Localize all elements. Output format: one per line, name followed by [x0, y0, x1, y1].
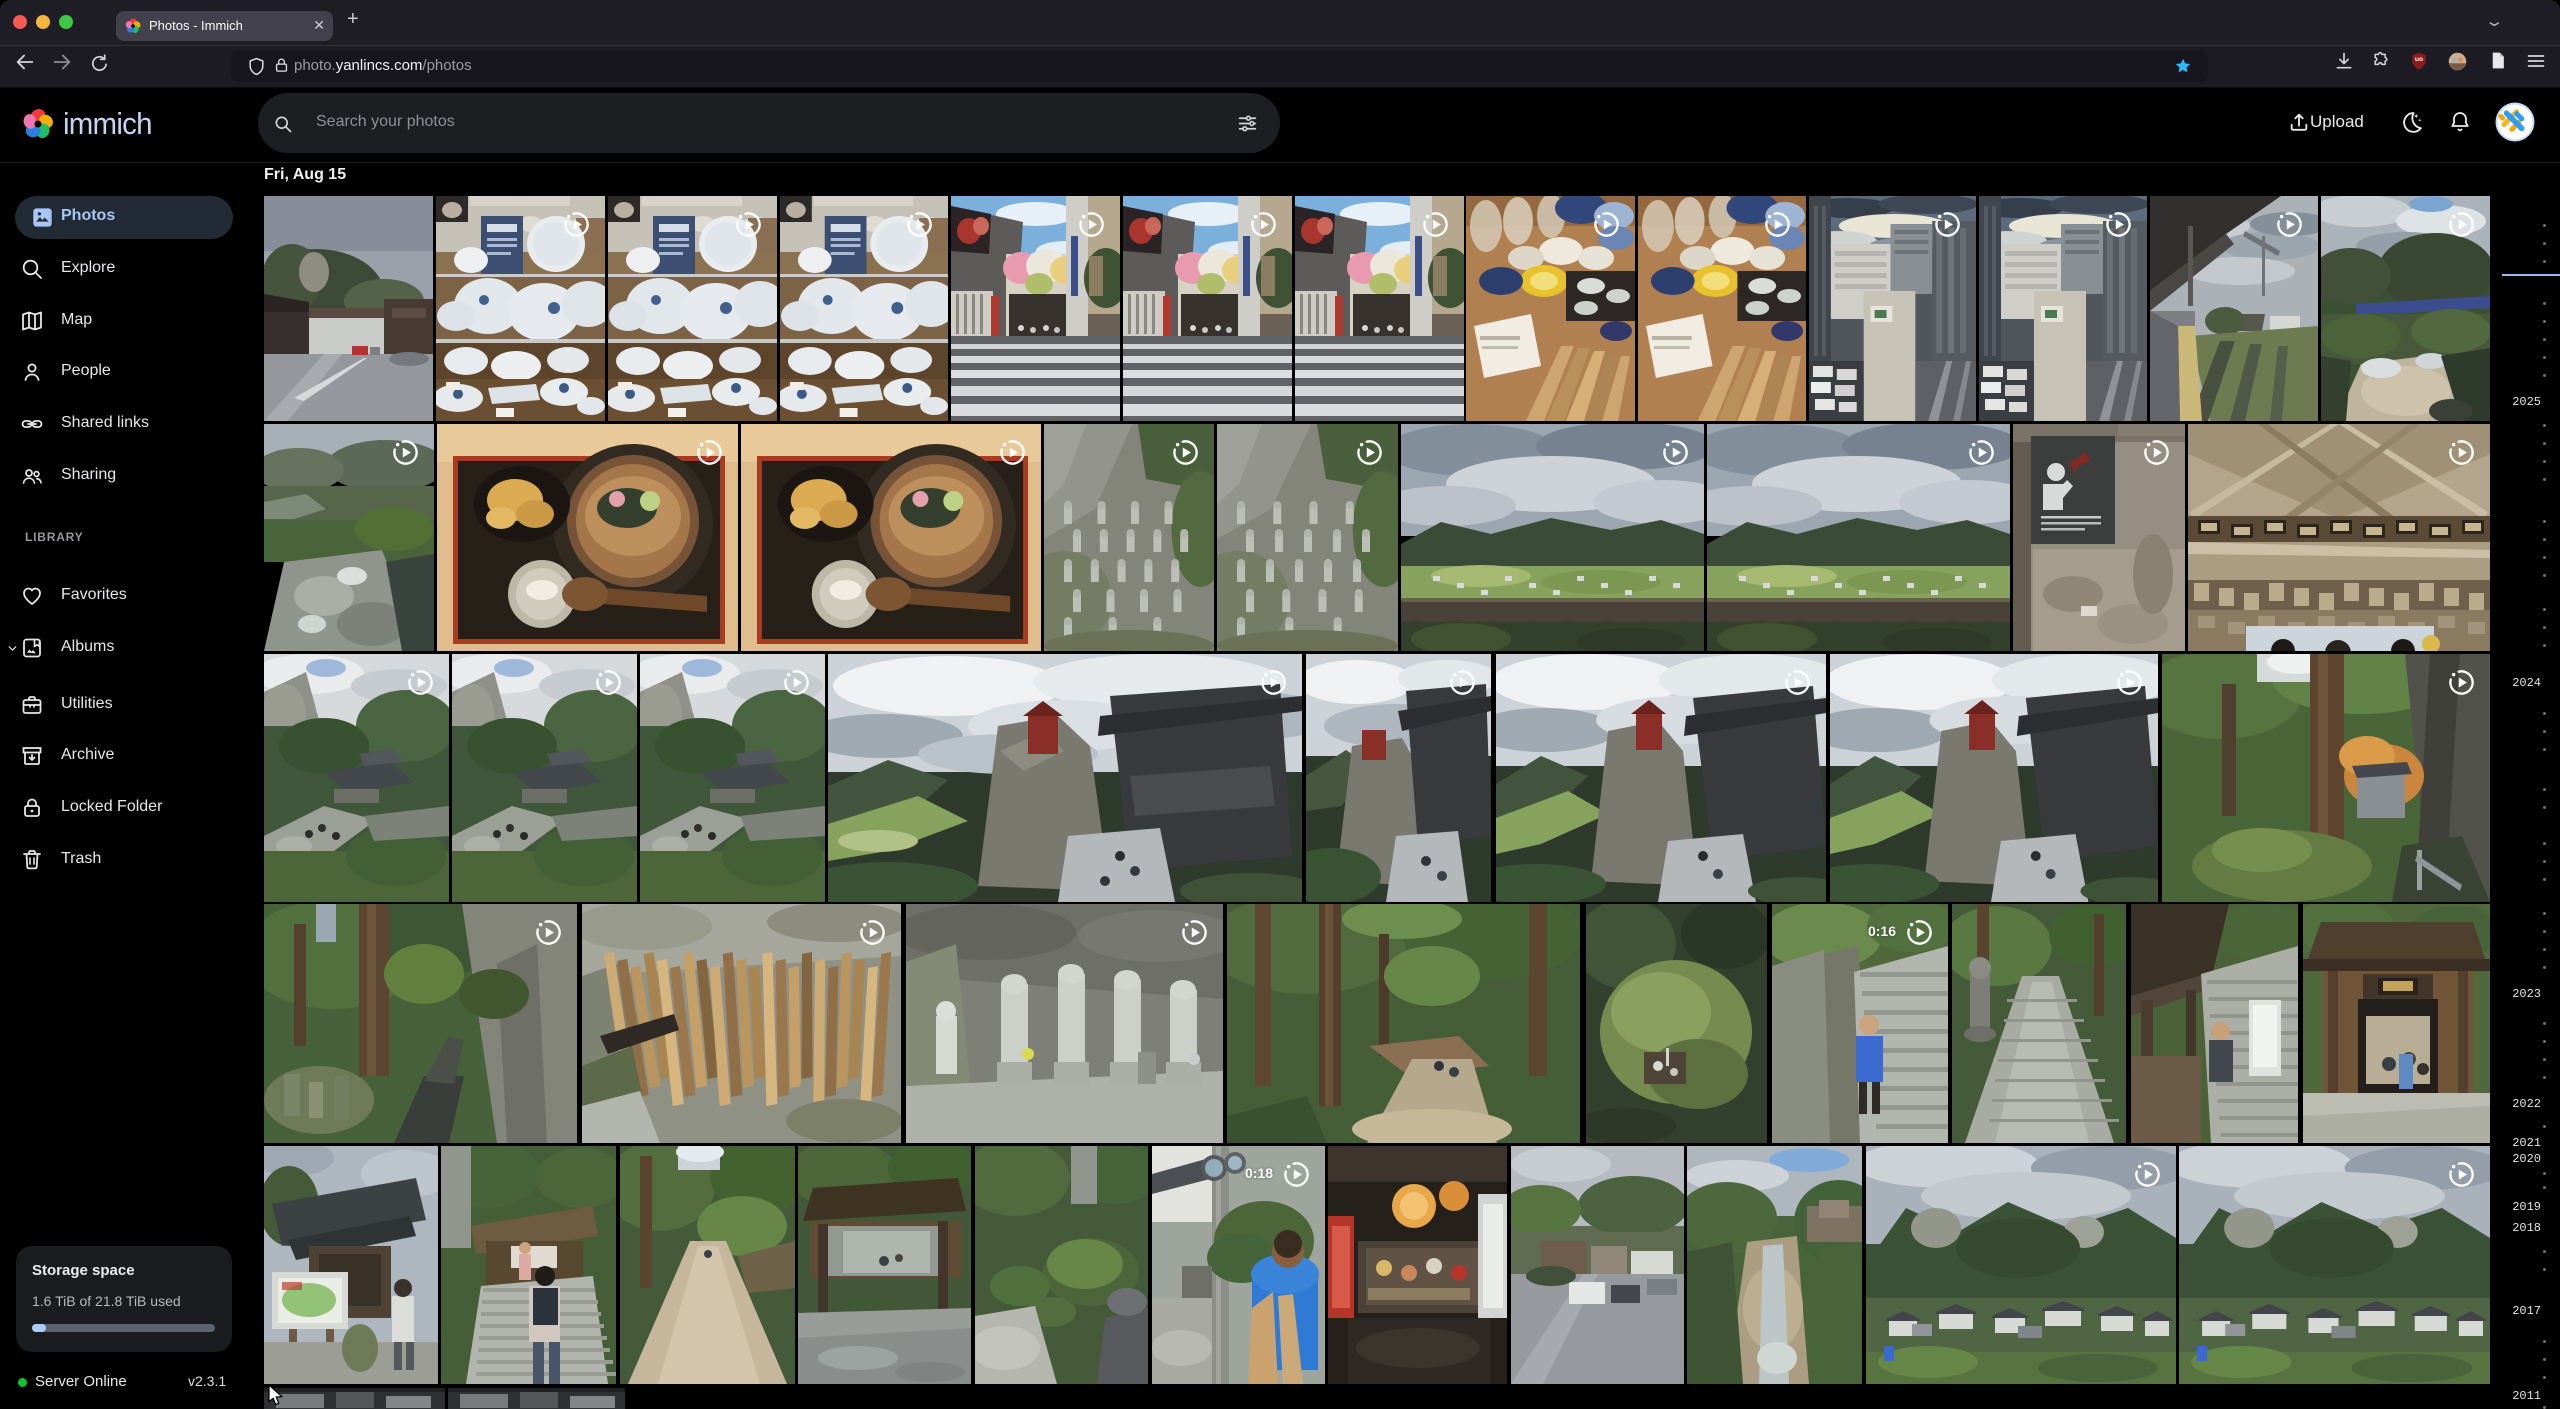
- svg-text:uo: uo: [2415, 56, 2423, 63]
